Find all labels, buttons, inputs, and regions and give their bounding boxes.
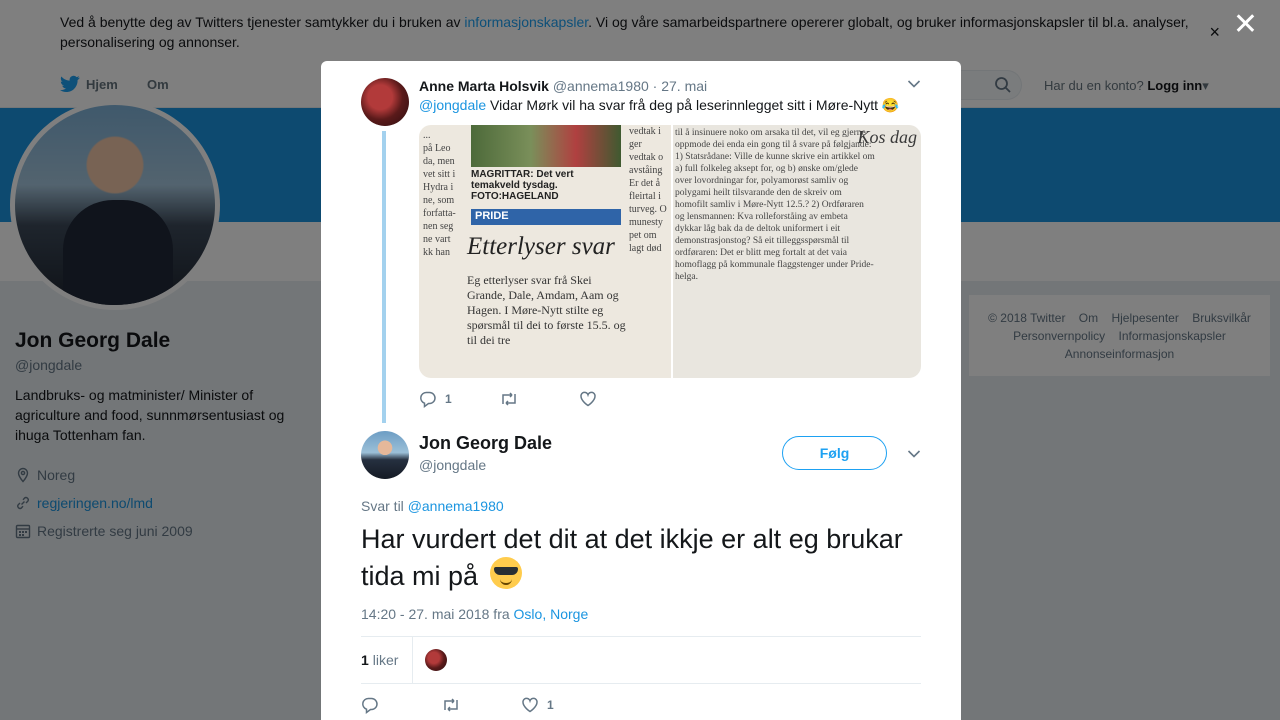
thread-connector bbox=[382, 131, 386, 423]
newspaper-right-title: Kos dag bbox=[857, 127, 917, 147]
reply-button[interactable] bbox=[361, 696, 441, 714]
focused-tweet: Jon Georg Dale @jongdale Følg Svar til @… bbox=[321, 423, 961, 720]
author-name[interactable]: Jon Georg Dale bbox=[419, 433, 552, 454]
heart-icon bbox=[580, 391, 596, 407]
likes-stat-label: liker bbox=[372, 652, 399, 668]
parent-tweet-actions: 1 bbox=[419, 390, 659, 408]
newspaper-headline: Etterlyser svar bbox=[467, 233, 615, 260]
retweet-icon bbox=[502, 392, 516, 406]
like-count: 1 bbox=[547, 698, 554, 712]
author-avatar[interactable] bbox=[361, 431, 409, 479]
tweet-location[interactable]: Oslo, Norge bbox=[514, 606, 589, 622]
tweet-timestamp: 14:20 - 27. mai 2018 fra Oslo, Norge bbox=[361, 606, 588, 622]
liker-avatar[interactable] bbox=[425, 649, 448, 671]
chevron-down-icon[interactable] bbox=[907, 449, 921, 459]
newspaper-tag: PRIDE bbox=[471, 209, 621, 225]
tweet-text-body: Har vurdert det dit at det ikkje er alt … bbox=[361, 524, 903, 591]
like-button[interactable] bbox=[579, 390, 659, 408]
likes-stat[interactable]: 1 liker bbox=[361, 637, 414, 683]
parent-tweet-date[interactable]: · 27. mai bbox=[653, 78, 707, 94]
like-button[interactable]: 1 bbox=[521, 696, 601, 714]
parent-avatar[interactable] bbox=[361, 78, 409, 126]
reply-to-link[interactable]: @annema1980 bbox=[408, 498, 504, 514]
sunglasses-emoji-icon bbox=[489, 557, 522, 589]
reply-button[interactable]: 1 bbox=[419, 390, 499, 408]
follow-button[interactable]: Følg bbox=[782, 436, 887, 470]
parent-tweet-text: @jongdale Vidar Mørk vil ha svar frå deg… bbox=[419, 96, 899, 114]
newspaper-photo-right[interactable]: til å insinuere noko om arsaka til det, … bbox=[673, 125, 921, 378]
reply-icon bbox=[420, 391, 436, 408]
newspaper-caption: MAGRITTAR: Det vert temakveld tysdag. FO… bbox=[471, 169, 574, 202]
reply-count: 1 bbox=[445, 392, 452, 406]
reply-context: Svar til @annema1980 bbox=[361, 498, 504, 514]
newspaper-picture bbox=[471, 125, 621, 167]
retweet-icon bbox=[444, 698, 458, 712]
likes-stat-count: 1 bbox=[361, 652, 369, 668]
parent-mention[interactable]: @jongdale bbox=[419, 97, 486, 113]
reply-prefix: Svar til bbox=[361, 498, 408, 514]
parent-text-body: Vidar Mørk vil ha svar frå deg på leseri… bbox=[486, 97, 900, 113]
close-icon[interactable]: ✕ bbox=[1233, 10, 1258, 40]
parent-tweet-header: Anne Marta Holsvik @annema1980 · 27. mai bbox=[419, 77, 707, 95]
retweet-button[interactable] bbox=[499, 390, 579, 408]
reply-icon bbox=[362, 697, 378, 714]
newspaper-body: Eg etterlyser svar frå Skei Grande, Dale… bbox=[467, 273, 626, 347]
author-handle: @jongdale bbox=[419, 457, 487, 473]
tweet-stats: 1 liker bbox=[361, 636, 921, 684]
tweet-text: Har vurdert det dit at det ikkje er alt … bbox=[361, 522, 931, 594]
chevron-down-icon[interactable] bbox=[907, 79, 921, 89]
newspaper-column-right: vedtak i ger vedtak o avståing Er det å fleir… bbox=[629, 126, 667, 254]
newspaper-photo-left[interactable]: ... på Leo da, men vet sitt i Hydra i ne, som… bbox=[419, 125, 671, 378]
retweet-button[interactable] bbox=[441, 696, 521, 714]
tweet-time[interactable]: 14:20 - 27. mai 2018 fra bbox=[361, 606, 514, 622]
heart-icon bbox=[522, 697, 538, 713]
parent-tweet[interactable]: Anne Marta Holsvik @annema1980 · 27. mai… bbox=[321, 61, 961, 423]
tweet-actions: 1 bbox=[361, 696, 601, 714]
parent-tweet-media[interactable]: ... på Leo da, men vet sitt i Hydra i ne, som… bbox=[419, 125, 921, 378]
newspaper-text-right: til å insinuere noko om arsaka til det, … bbox=[675, 128, 875, 282]
parent-author-name[interactable]: Anne Marta Holsvik bbox=[419, 78, 549, 94]
newspaper-column-left: ... på Leo da, men vet sitt i Hydra i ne, som… bbox=[423, 130, 456, 258]
tweet-modal: Anne Marta Holsvik @annema1980 · 27. mai… bbox=[321, 61, 961, 720]
parent-author-handle: @annema1980 bbox=[552, 78, 649, 94]
